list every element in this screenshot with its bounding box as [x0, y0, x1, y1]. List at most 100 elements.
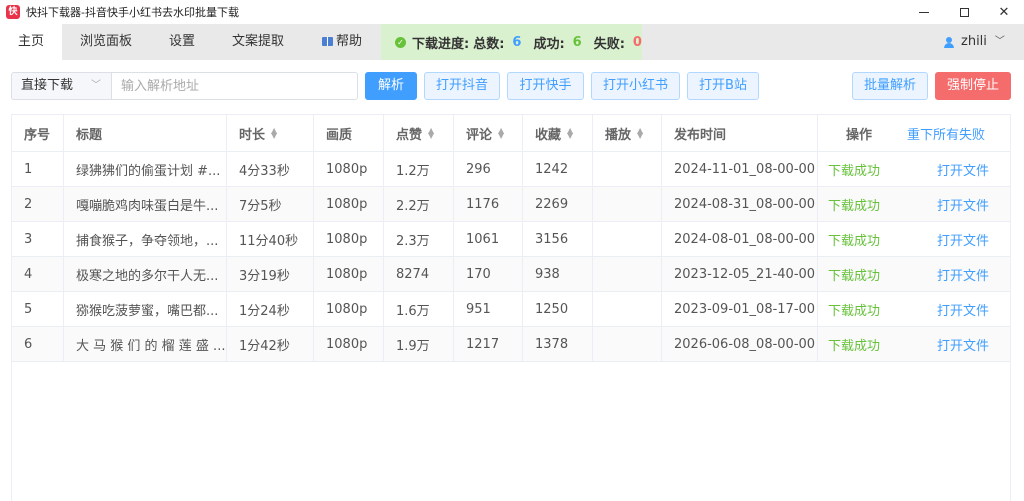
col-plays-label: 播放: [605, 127, 632, 143]
video-table: 序号 标题 时长 ▲ ▼ 画质 点赞 ▲ ▼ 评论 ▲ ▼ 收藏 ▲ ▼ 播放 ▲ ▼ 发…: [11, 114, 1011, 501]
force-stop-button[interactable]: 强制停止: [935, 72, 1011, 100]
sort-icon[interactable]: ▲ ▼: [567, 127, 574, 140]
open-file-link[interactable]: 打开文件: [898, 327, 1010, 361]
url-input[interactable]: [111, 72, 358, 100]
cell-index: 5: [12, 292, 64, 326]
col-likes-label: 点赞: [396, 127, 423, 143]
cell-likes: 2.3万: [384, 222, 454, 256]
table-row[interactable]: 1 绿狒狒们的偷蛋计划 #... 4分33秒 1080p 1.2万 296 1242 2024…: [12, 152, 1010, 187]
check-circle-icon: ✓: [395, 36, 406, 48]
total-label: 总数:: [473, 36, 505, 52]
open-kuaishou-button[interactable]: 打开快手: [507, 72, 584, 100]
cell-quality: 1080p: [314, 222, 384, 256]
cell-index: 6: [12, 327, 64, 361]
cell-comments: 951: [454, 292, 523, 326]
status-text: 下载成功: [828, 303, 881, 319]
open-bilibili-button[interactable]: 打开B站: [687, 72, 759, 100]
maximize-button[interactable]: [944, 0, 984, 24]
cell-title: 极寒之地的多尔干人无...: [64, 257, 227, 291]
cell-favorites: 938: [523, 257, 593, 291]
tab-settings[interactable]: 设置: [150, 24, 214, 60]
tab-home[interactable]: 主页: [0, 24, 62, 60]
cell-publish-time: 2023-09-01_08-17-00: [662, 292, 818, 326]
minimize-icon: [919, 11, 929, 13]
cell-publish-time: 2024-11-01_08-00-00: [662, 152, 818, 186]
table-row[interactable]: 6大 马 猴 们 的 榴 莲 盛 ... 1分42秒 1080p 1.9万 1217 13…: [12, 327, 1010, 362]
cell-likes: 1.6万: [384, 292, 454, 326]
cell-duration: 3分19秒: [227, 257, 314, 291]
open-xiaohongshu-button[interactable]: 打开小红书: [591, 72, 680, 100]
sort-icon[interactable]: ▲ ▼: [271, 127, 278, 140]
download-mode-value: 直接下载: [21, 78, 74, 93]
chevron-down-icon: ﹀: [994, 36, 1005, 47]
col-comments[interactable]: 评论 ▲ ▼: [454, 115, 523, 151]
cell-quality: 1080p: [314, 152, 384, 186]
col-actions: 操作: [846, 127, 873, 143]
cell-publish-time: 2024-08-31_08-00-00: [662, 187, 818, 221]
cell-likes: 8274: [384, 257, 454, 291]
cell-favorites: 1250: [523, 292, 593, 326]
col-duration-label: 时长: [239, 127, 266, 143]
cell-likes: 1.9万: [384, 327, 454, 361]
cell-quality: 1080p: [314, 327, 384, 361]
col-plays[interactable]: 播放 ▲ ▼: [593, 115, 662, 151]
cell-plays: [593, 152, 662, 186]
cell-title: 大 马 猴 们 的 榴 莲 盛 ...: [64, 327, 227, 361]
minimize-button[interactable]: [904, 0, 944, 24]
table-row[interactable]: 3 捕食猴子，争夺领地，... 11分40秒 1080p 2.3万 1061 3156 202…: [12, 222, 1010, 257]
cell-title: 嘎嘣脆鸡肉味蛋白是牛...: [64, 187, 227, 221]
cell-comments: 1176: [454, 187, 523, 221]
table-header: 序号 标题 时长 ▲ ▼ 画质 点赞 ▲ ▼ 评论 ▲ ▼ 收藏 ▲ ▼ 播放 ▲ ▼ 发…: [12, 115, 1010, 152]
download-mode-select[interactable]: 直接下载 ﹀: [11, 72, 111, 100]
open-file-link[interactable]: 打开文件: [898, 187, 1010, 221]
col-duration[interactable]: 时长 ▲ ▼: [227, 115, 314, 151]
parse-button[interactable]: 解析: [365, 72, 417, 100]
table-row[interactable]: 4 极寒之地的多尔干人无... 3分19秒 1080p 8274 170 938 2023-1…: [12, 257, 1010, 292]
table-row[interactable]: 2 嘎嘣脆鸡肉味蛋白是牛... 7分5秒 1080p 2.2万 1176 2269 2024-…: [12, 187, 1010, 222]
table-row[interactable]: 5 猕猴吃菠萝蜜，嘴巴都... 1分24秒 1080p 1.6万 951 1250 2023-…: [12, 292, 1010, 327]
total-count: 6: [512, 34, 522, 50]
maximize-icon: [959, 7, 969, 17]
redownload-all-failed-link[interactable]: 重下所有失败: [898, 115, 1010, 151]
status-text: 下载成功: [828, 338, 881, 354]
cell-title: 猕猴吃菠萝蜜，嘴巴都...: [64, 292, 227, 326]
col-favorites[interactable]: 收藏 ▲ ▼: [523, 115, 593, 151]
col-quality: 画质: [314, 115, 384, 151]
cell-favorites: 2269: [523, 187, 593, 221]
book-icon: [321, 37, 333, 46]
user-menu[interactable]: zhili ﹀: [944, 24, 1005, 60]
cell-index: 2: [12, 187, 64, 221]
open-file-link[interactable]: 打开文件: [898, 222, 1010, 256]
status-text: 下载成功: [828, 233, 881, 249]
col-likes[interactable]: 点赞 ▲ ▼: [384, 115, 454, 151]
cell-likes: 1.2万: [384, 152, 454, 186]
tab-copy-extract[interactable]: 文案提取: [214, 24, 302, 60]
window-controls: ✕: [904, 0, 1024, 24]
user-icon: [944, 36, 954, 48]
open-file-link[interactable]: 打开文件: [898, 292, 1010, 326]
tab-browse-panel[interactable]: 浏览面板: [62, 24, 150, 60]
cell-quality: 1080p: [314, 187, 384, 221]
open-douyin-button[interactable]: 打开抖音: [424, 72, 500, 100]
cell-favorites: 1378: [523, 327, 593, 361]
close-icon: ✕: [998, 4, 1010, 20]
user-name: zhili: [961, 34, 987, 49]
close-button[interactable]: ✕: [984, 0, 1024, 24]
col-title: 标题: [64, 115, 227, 151]
cell-plays: [593, 222, 662, 256]
success-label: 成功:: [533, 36, 565, 52]
sort-icon[interactable]: ▲ ▼: [498, 127, 505, 140]
cell-quality: 1080p: [314, 292, 384, 326]
status-text: 下载成功: [828, 198, 881, 214]
batch-parse-button[interactable]: 批量解析: [852, 72, 928, 100]
sort-icon[interactable]: ▲ ▼: [637, 127, 644, 140]
cell-index: 4: [12, 257, 64, 291]
tab-help[interactable]: 帮助: [302, 24, 382, 60]
sort-icon[interactable]: ▲ ▼: [428, 127, 435, 140]
open-file-link[interactable]: 打开文件: [898, 152, 1010, 186]
cell-plays: [593, 257, 662, 291]
cell-comments: 296: [454, 152, 523, 186]
cell-comments: 1061: [454, 222, 523, 256]
window-title: 快抖下载器-抖音快手小红书去水印批量下载: [26, 6, 239, 19]
open-file-link[interactable]: 打开文件: [898, 257, 1010, 291]
